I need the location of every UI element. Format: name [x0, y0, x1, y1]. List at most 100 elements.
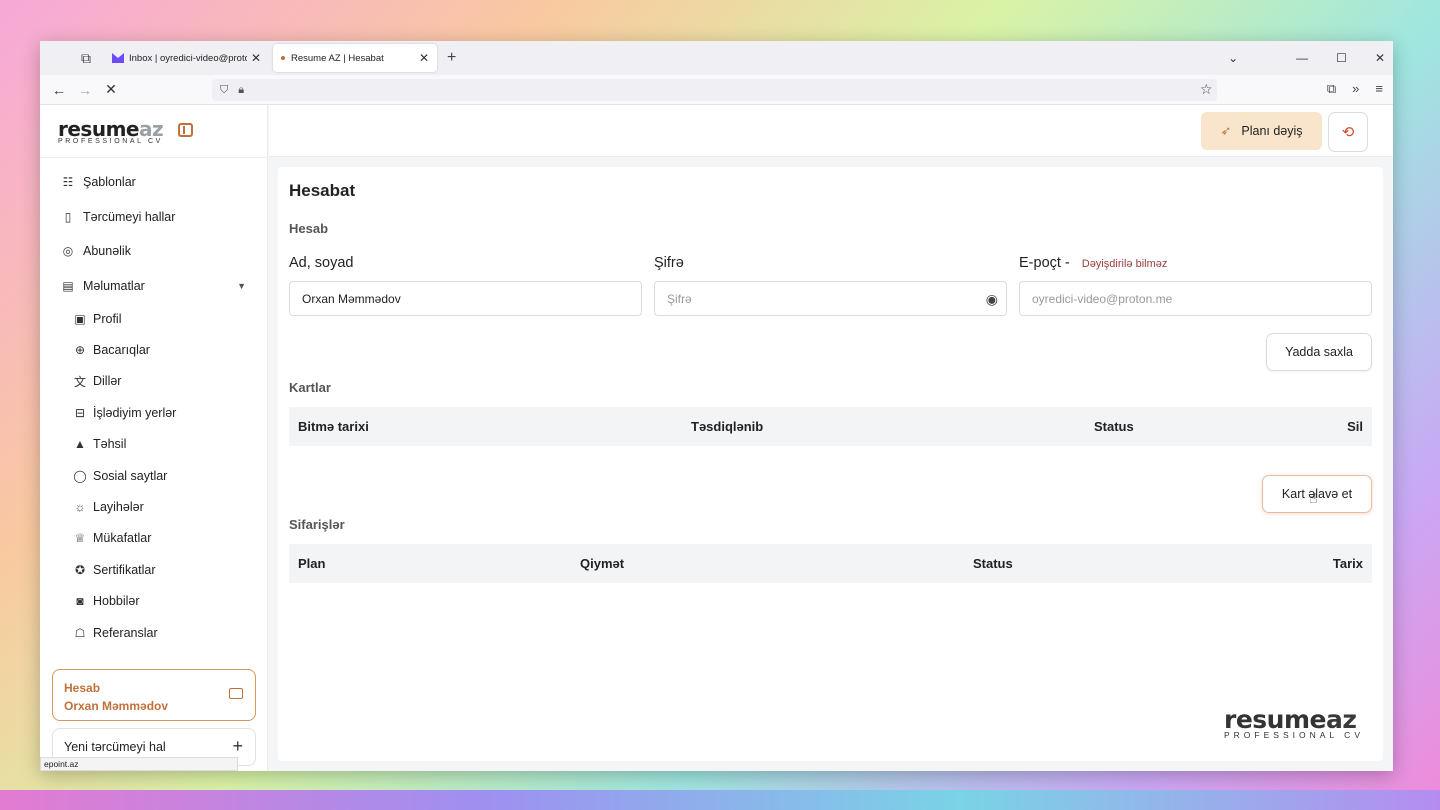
- column-header: Bitmə tarixi: [298, 419, 369, 434]
- page-title: Hesabat: [289, 181, 356, 200]
- template-icon: ☷: [62, 175, 74, 190]
- name-value: Orxan Məmmədov: [302, 291, 401, 306]
- save-button[interactable]: Yadda saxla: [1266, 333, 1372, 371]
- sidebar-item-references[interactable]: ☖ Referanslar: [40, 617, 268, 648]
- cards-table-header: Bitmə tarixi Təsdiqlənib Status Sil: [289, 407, 1372, 446]
- sidebar-item-label: Mükafatlar: [93, 531, 152, 546]
- sidebar-item-education[interactable]: ▲ Təhsil: [40, 429, 268, 460]
- sidebar-item-social[interactable]: ◯ Sosial saytlar: [40, 460, 268, 491]
- more-tools-icon[interactable]: »: [1352, 81, 1359, 97]
- account-title: Hesab: [64, 681, 101, 695]
- password-placeholder: Şifrə: [667, 291, 692, 306]
- caret-down-icon[interactable]: ▼: [237, 281, 246, 291]
- loading-icon: [281, 56, 285, 60]
- sidebar-item-profile[interactable]: ▣ Profil: [40, 303, 268, 334]
- email-value: oyredici-video@proton.me: [1032, 291, 1173, 306]
- id-card-icon: ▣: [74, 311, 86, 326]
- rocket-icon: ➶: [1220, 123, 1232, 138]
- id-card-icon: [229, 688, 243, 699]
- eye-icon[interactable]: ◉: [986, 291, 998, 308]
- sidebar-item-label: Sertifikatlar: [93, 562, 156, 577]
- sidebar-item-projects[interactable]: ☼ Layihələr: [40, 491, 268, 522]
- lightbulb-icon: ☼: [74, 500, 86, 515]
- status-url: epoint.az: [40, 757, 238, 771]
- sidebar: resumeaz PROFESSIONAL CV ☷ Şablonlar ▯ T…: [40, 105, 268, 771]
- divider: [40, 157, 267, 158]
- tab-label: Inbox | oyredici-video@proton.me: [129, 52, 247, 64]
- trophy-icon: ♕: [74, 531, 86, 546]
- change-plan-button[interactable]: ➶ Planı dəyiş: [1201, 112, 1322, 150]
- new-resume-label: Yeni tərcümeyi hal: [64, 740, 166, 754]
- sidebar-item-data[interactable]: ▤ Məlumatlar ▼: [40, 269, 268, 304]
- close-window-icon[interactable]: ✕: [1375, 51, 1385, 65]
- tab-bar: ⧉ Inbox | oyredici-video@proton.me ✕ Res…: [40, 41, 1393, 75]
- bookmark-star-icon[interactable]: ☆: [1200, 81, 1213, 98]
- cards-section-title: Kartlar: [289, 380, 331, 395]
- password-field[interactable]: Şifrə ◉: [654, 281, 1007, 316]
- sidebar-item-templates[interactable]: ☷ Şablonlar: [40, 165, 268, 200]
- url-bar[interactable]: ⛉ 🔒︎: [212, 79, 1217, 101]
- toolbar-icons: ⧉ » ≡: [1327, 81, 1383, 97]
- sidebar-item-resumes[interactable]: ▯ Tərcümeyi hallar: [40, 200, 268, 235]
- chevron-down-icon[interactable]: ⌄: [1228, 51, 1238, 65]
- maximize-icon[interactable]: ☐: [1336, 51, 1347, 65]
- menu-icon[interactable]: ≡: [1375, 81, 1383, 97]
- account-card[interactable]: Hesab Orxan Məmmədov: [52, 669, 256, 721]
- close-icon[interactable]: ✕: [419, 51, 429, 65]
- sidebar-menu: ☷ Şablonlar ▯ Tərcümeyi hallar ◎ Abunəli…: [40, 165, 268, 648]
- orders-section-title: Sifarişlər: [289, 517, 345, 532]
- briefcase-icon: ⊟: [74, 405, 86, 420]
- window-controls: ⌄ — ☐ ✕: [1228, 41, 1385, 75]
- translate-icon: 文: [73, 374, 86, 389]
- footer-logo: resumeaz PROFESSIONAL CV: [1224, 705, 1364, 740]
- sidebar-item-skills[interactable]: ⊕ Bacarıqlar: [40, 334, 268, 365]
- column-header: Status: [1094, 419, 1134, 434]
- app: resumeaz PROFESSIONAL CV ☷ Şablonlar ▯ T…: [40, 105, 1393, 771]
- nav-bar: ← → ✕ ⛉ 🔒︎ ☆ ⧉ » ≡: [40, 75, 1393, 105]
- name-label: Ad, soyad: [289, 255, 354, 271]
- plus-icon: +: [232, 736, 243, 756]
- clipboard-icon: ▯: [64, 209, 72, 224]
- award-icon: ✪: [74, 562, 86, 577]
- sidebar-item-experience[interactable]: ⊟ İşlədiyim yerlər: [40, 397, 268, 428]
- tab-resume[interactable]: Resume AZ | Hesabat ✕: [273, 44, 437, 72]
- close-icon[interactable]: ✕: [251, 51, 261, 65]
- column-header: Plan: [298, 556, 326, 571]
- sidebar-item-certificates[interactable]: ✪ Sertifikatlar: [40, 554, 268, 585]
- sidebar-item-label: Sosial saytlar: [93, 468, 168, 483]
- shield-icon[interactable]: ⛉: [220, 84, 228, 97]
- logo[interactable]: resumeaz PROFESSIONAL CV: [58, 117, 164, 145]
- stop-icon[interactable]: ✕: [98, 81, 124, 98]
- account-name: Orxan Məmmədov: [64, 699, 169, 713]
- lock-icon[interactable]: 🔒︎: [238, 84, 244, 97]
- logo-subtitle: PROFESSIONAL CV: [58, 138, 163, 145]
- tab-list-icon[interactable]: ⧉: [72, 44, 100, 72]
- sidebar-item-label: Şablonlar: [83, 175, 136, 190]
- collapse-sidebar-icon[interactable]: [178, 123, 193, 137]
- email-field: oyredici-video@proton.me: [1019, 281, 1372, 316]
- tab-label: Resume AZ | Hesabat: [291, 52, 384, 64]
- data-icon: ▤: [62, 278, 74, 293]
- logout-button[interactable]: ⟲: [1328, 112, 1368, 152]
- column-header: Status: [973, 556, 1013, 571]
- email-label-row: E-poçt - Dəyişdirilə bilməz: [1019, 255, 1167, 271]
- sidebar-item-label: Tərcümeyi hallar: [83, 209, 176, 224]
- change-plan-label: Planı dəyiş: [1241, 124, 1303, 138]
- browser-window: ⧉ Inbox | oyredici-video@proton.me ✕ Res…: [40, 41, 1393, 771]
- forward-icon[interactable]: →: [72, 82, 98, 98]
- extensions-icon[interactable]: ⧉: [1327, 81, 1336, 97]
- sidebar-item-languages[interactable]: 文 Dillər: [40, 366, 268, 397]
- minimize-icon[interactable]: —: [1296, 51, 1308, 65]
- sidebar-item-label: Hobbilər: [93, 594, 140, 609]
- back-icon[interactable]: ←: [46, 82, 72, 98]
- sidebar-item-label: Referanslar: [93, 625, 158, 640]
- sidebar-item-subscription[interactable]: ◎ Abunəlik: [40, 234, 268, 269]
- new-tab-icon[interactable]: +: [447, 49, 456, 67]
- column-header: Tarix: [1332, 556, 1363, 571]
- camera-icon: ◙: [76, 594, 84, 609]
- name-field[interactable]: Orxan Məmmədov: [289, 281, 642, 316]
- tab-inbox[interactable]: Inbox | oyredici-video@proton.me ✕: [104, 44, 269, 72]
- sidebar-item-awards[interactable]: ♕ Mükafatlar: [40, 523, 268, 554]
- sidebar-item-hobbies[interactable]: ◙ Hobbilər: [40, 586, 268, 617]
- account-section-title: Hesab: [289, 221, 329, 236]
